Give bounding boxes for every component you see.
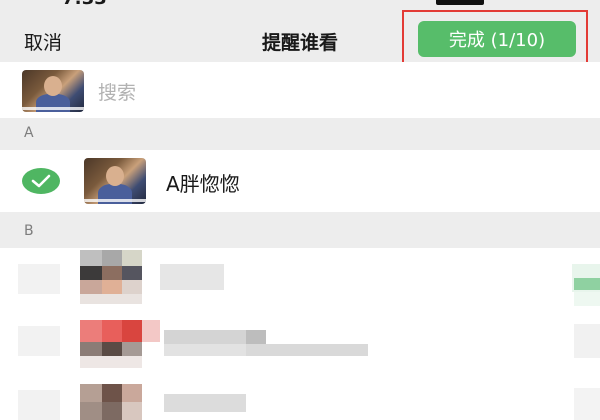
pixelated-block xyxy=(574,388,600,420)
contact-row[interactable]: A胖惚惚 xyxy=(0,150,600,212)
pixelated-block xyxy=(80,280,102,294)
pixelated-block xyxy=(18,264,60,294)
pixelated-block xyxy=(122,250,142,266)
pixelated-block xyxy=(18,326,60,356)
section-letter: A xyxy=(24,125,34,141)
signal-icon xyxy=(436,0,484,5)
section-letter: B xyxy=(24,223,34,239)
check-icon[interactable] xyxy=(22,168,60,194)
pixelated-block xyxy=(18,390,60,420)
section-header-b: B xyxy=(0,216,600,248)
pixelated-block xyxy=(80,250,102,266)
pixelated-block xyxy=(102,342,122,356)
pixelated-block xyxy=(80,294,142,304)
pixelated-block xyxy=(574,292,600,306)
pixelated-block xyxy=(102,266,122,280)
search-bar[interactable]: 搜索 xyxy=(0,62,600,119)
pixelated-block xyxy=(102,280,122,294)
pixelated-block xyxy=(164,394,246,412)
contact-avatar xyxy=(84,158,146,204)
contact-name: A胖惚惚 xyxy=(166,172,240,196)
pixelated-block xyxy=(80,342,102,356)
pixelated-block xyxy=(80,356,142,368)
pixelated-block xyxy=(122,402,142,420)
pixelated-block xyxy=(102,384,122,402)
pixelated-block xyxy=(164,330,246,344)
pixelated-block xyxy=(80,266,102,280)
pixelated-block xyxy=(122,280,142,294)
pixelated-block xyxy=(574,324,600,358)
pixelated-block xyxy=(102,250,122,266)
pixelated-block xyxy=(142,320,160,342)
pixelated-block xyxy=(246,330,266,344)
done-button[interactable]: 完成 (1/10) xyxy=(418,21,576,57)
search-input[interactable]: 搜索 xyxy=(98,78,136,105)
pixelated-block xyxy=(574,278,600,290)
pixelated-block xyxy=(122,320,142,342)
section-header-a: A xyxy=(0,118,600,150)
top-bar: 取消 提醒谁看 完成 (1/10) xyxy=(0,8,600,70)
pixelated-block xyxy=(122,384,142,402)
pixelated-block xyxy=(80,402,102,420)
pixelated-block xyxy=(80,384,102,402)
pixelated-block xyxy=(246,344,368,356)
cancel-button[interactable]: 取消 xyxy=(24,28,62,55)
pixelated-block xyxy=(80,320,102,342)
selected-avatar[interactable] xyxy=(22,70,84,112)
pixelated-block xyxy=(102,402,122,420)
pixelated-block xyxy=(102,320,122,342)
status-time: 7:33 xyxy=(62,0,107,8)
status-bar: 7:33 xyxy=(0,0,600,8)
pixelated-block xyxy=(164,344,246,356)
pixelated-block xyxy=(160,264,224,290)
pixelated-block xyxy=(122,342,142,356)
pixelated-block xyxy=(122,266,142,280)
pixelated-contact-list xyxy=(0,248,600,420)
